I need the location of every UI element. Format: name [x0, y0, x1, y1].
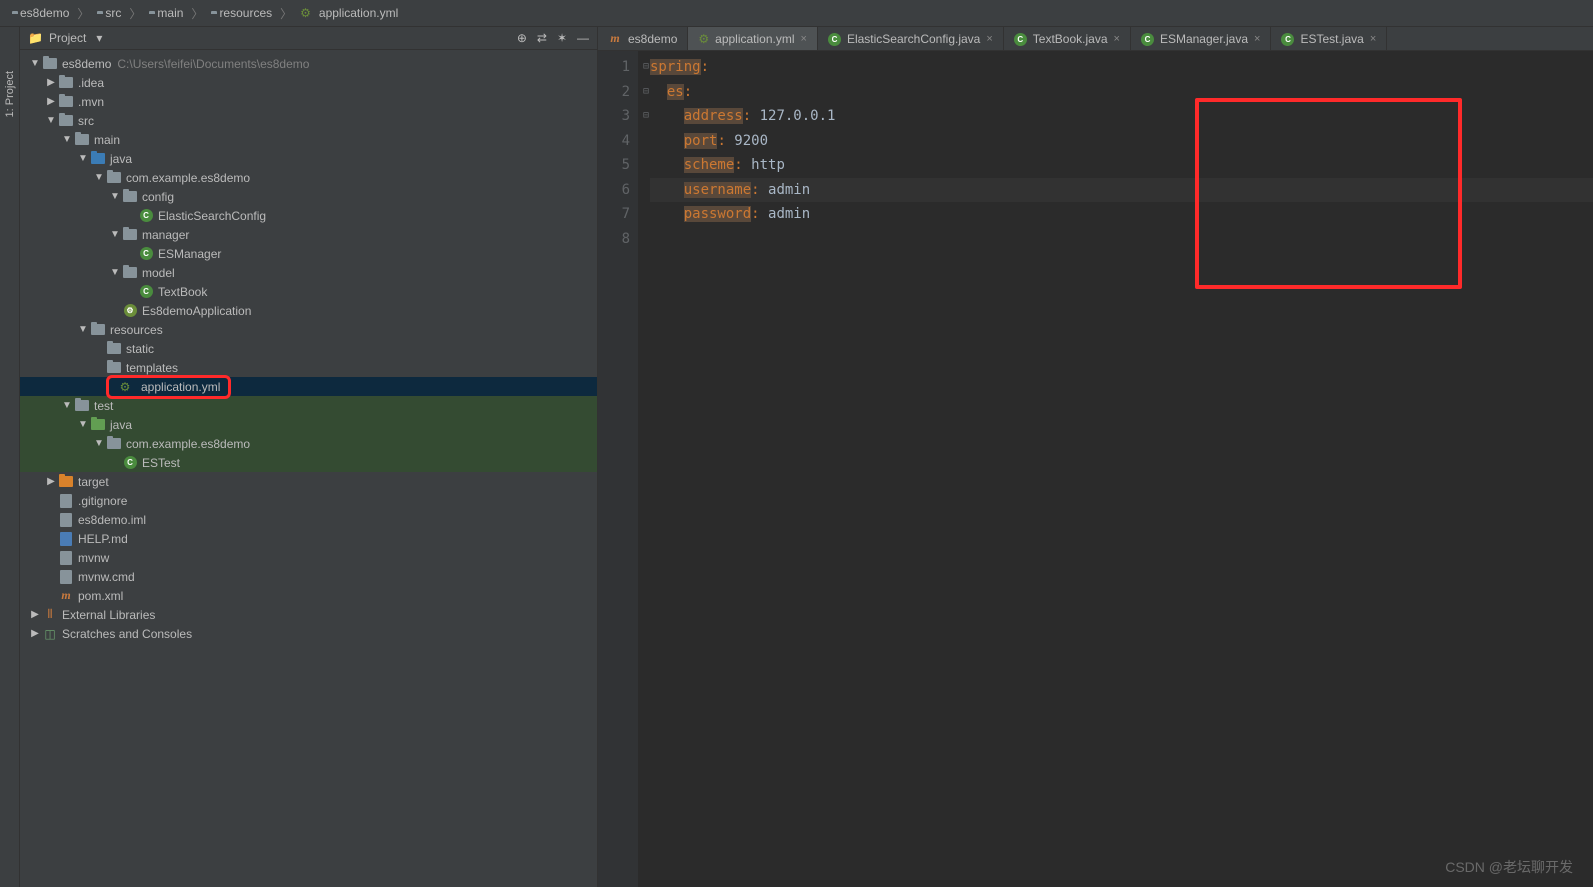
gutter: 12345678 — [598, 51, 638, 887]
tree-node[interactable]: ⚙application.yml — [20, 377, 597, 396]
tree-node[interactable]: HELP.md — [20, 529, 597, 548]
chevron-right-icon: 〉 — [129, 5, 141, 22]
tree-node[interactable]: ▼resources — [20, 320, 597, 339]
gear-icon[interactable]: ✶ — [557, 31, 567, 45]
breadcrumb-item[interactable]: src — [93, 4, 125, 22]
tree-node[interactable]: es8demo.iml — [20, 510, 597, 529]
close-icon[interactable]: × — [1114, 33, 1120, 45]
tree-node[interactable]: mpom.xml — [20, 586, 597, 605]
tree-node[interactable]: ▼com.example.es8demo — [20, 168, 597, 187]
tree-node[interactable]: ▼config — [20, 187, 597, 206]
breadcrumb-item[interactable]: main — [145, 4, 187, 22]
project-panel: 📁 Project ▾ ⊕ ⇄ ✶ — ▼es8demoC:\Users\fei… — [20, 27, 598, 887]
minimize-icon[interactable]: — — [577, 31, 589, 45]
tree-node[interactable]: static — [20, 339, 597, 358]
tree-node[interactable]: ▼src — [20, 111, 597, 130]
chevron-right-icon: 〉 — [77, 5, 89, 22]
tree-node[interactable]: ▼com.example.es8demo — [20, 434, 597, 453]
watermark: CSDN @老坛聊开发 — [1445, 857, 1573, 877]
editor-tab[interactable]: ⚙application.yml× — [688, 27, 818, 50]
tree-node[interactable]: ▼test — [20, 396, 597, 415]
tree-node[interactable]: ▶target — [20, 472, 597, 491]
tree-node[interactable]: templates — [20, 358, 597, 377]
editor-tab[interactable]: CESTest.java× — [1271, 27, 1387, 50]
tree-node[interactable]: CESTest — [20, 453, 597, 472]
tree-node[interactable]: ▼model — [20, 263, 597, 282]
breadcrumb-item[interactable]: es8demo — [8, 4, 73, 22]
editor-tabs: mes8demo⚙application.yml×CElasticSearchC… — [598, 27, 1593, 51]
tree-node[interactable]: ▶⫴External Libraries — [20, 605, 597, 624]
tree-node[interactable]: ▼manager — [20, 225, 597, 244]
breadcrumb-item[interactable]: resources — [207, 4, 276, 22]
project-tool-tab[interactable]: 1: Project — [4, 67, 16, 121]
locate-icon[interactable]: ⊕ — [517, 31, 527, 45]
tree-node[interactable]: .gitignore — [20, 491, 597, 510]
close-icon[interactable]: × — [801, 33, 807, 45]
editor-body[interactable]: 12345678 ⊟⊟⊟ spring: es: address: 127.0.… — [598, 51, 1593, 887]
tree-node[interactable]: ▼es8demoC:\Users\feifei\Documents\es8dem… — [20, 54, 597, 73]
chevron-right-icon: 〉 — [280, 5, 292, 22]
tool-window-stripe: 1: Project — [0, 27, 20, 887]
tree-node[interactable]: ⚙Es8demoApplication — [20, 301, 597, 320]
breadcrumb-item[interactable]: ⚙application.yml — [296, 4, 402, 22]
code[interactable]: spring: es: address: 127.0.0.1 port: 920… — [638, 51, 1593, 887]
tree-node[interactable]: CESManager — [20, 244, 597, 263]
tree-node[interactable]: ▼java — [20, 415, 597, 434]
close-icon[interactable]: × — [986, 33, 992, 45]
editor-area: mes8demo⚙application.yml×CElasticSearchC… — [598, 27, 1593, 887]
breadcrumb: es8demo〉src〉main〉resources〉⚙application.… — [0, 0, 1593, 27]
tree-node[interactable]: ▶.idea — [20, 73, 597, 92]
close-icon[interactable]: × — [1254, 33, 1260, 45]
panel-title[interactable]: Project — [49, 31, 86, 45]
tree-node[interactable]: mvnw.cmd — [20, 567, 597, 586]
highlight-annotation: ⚙application.yml — [106, 375, 231, 399]
tree-node[interactable]: ▶.mvn — [20, 92, 597, 111]
chevron-down-icon[interactable]: ▾ — [96, 31, 102, 45]
tree-node[interactable]: ▼java — [20, 149, 597, 168]
tree-node[interactable]: CTextBook — [20, 282, 597, 301]
close-icon[interactable]: × — [1370, 33, 1376, 45]
editor-tab[interactable]: CTextBook.java× — [1004, 27, 1131, 50]
expand-icon[interactable]: ⇄ — [537, 31, 547, 45]
editor-tab[interactable]: CElasticSearchConfig.java× — [818, 27, 1004, 50]
chevron-right-icon: 〉 — [191, 5, 203, 22]
tree-node[interactable]: CElasticSearchConfig — [20, 206, 597, 225]
editor-tab[interactable]: CESManager.java× — [1131, 27, 1272, 50]
tree-node[interactable]: ▶◫Scratches and Consoles — [20, 624, 597, 643]
project-panel-header: 📁 Project ▾ ⊕ ⇄ ✶ — — [20, 27, 597, 50]
editor-tab[interactable]: mes8demo — [598, 27, 688, 50]
tree-node[interactable]: ▼main — [20, 130, 597, 149]
project-tree[interactable]: ▼es8demoC:\Users\feifei\Documents\es8dem… — [20, 50, 597, 887]
tree-node[interactable]: mvnw — [20, 548, 597, 567]
project-icon: 📁 — [28, 31, 43, 45]
